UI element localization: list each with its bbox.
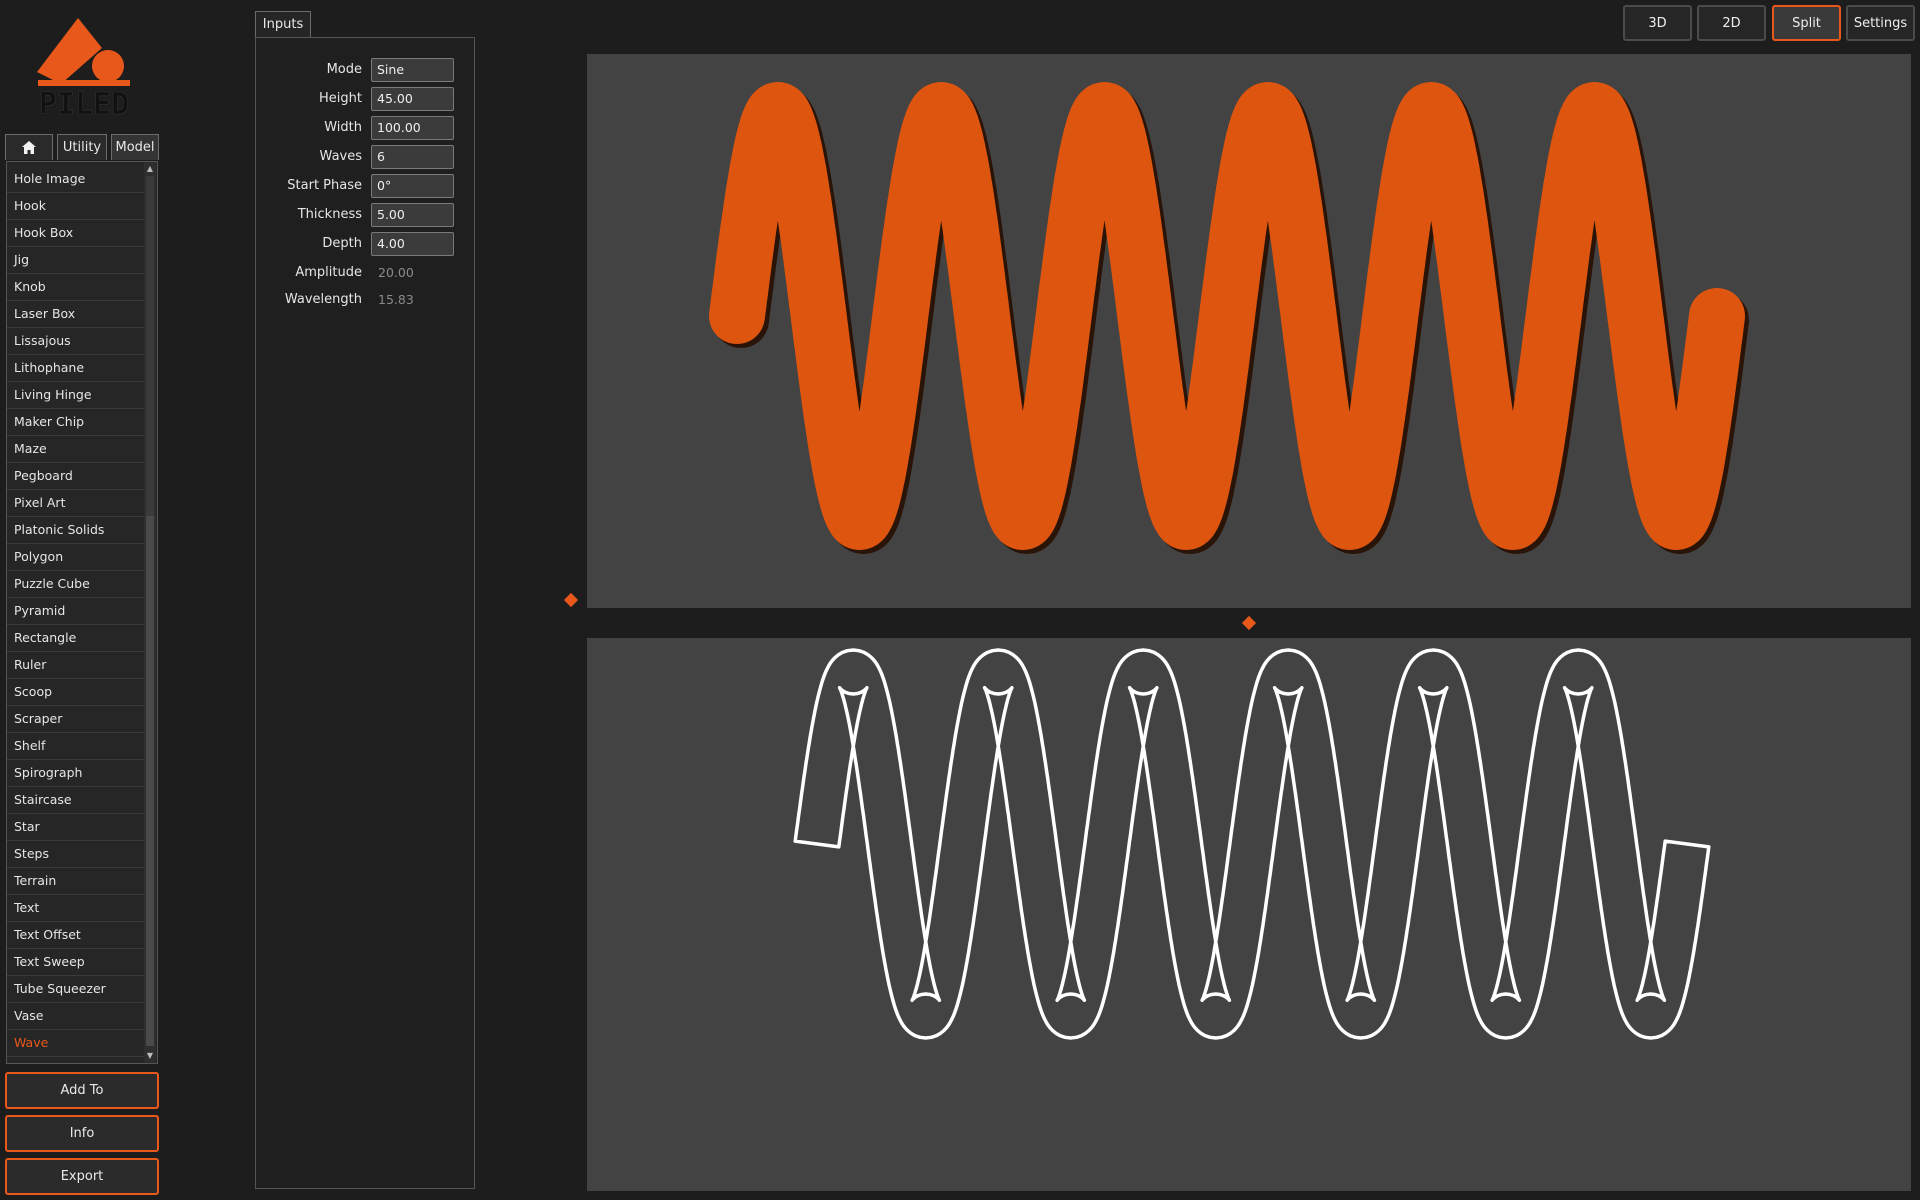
wavelength-value: 15.83 (378, 292, 414, 307)
wave-3d-model (709, 82, 1749, 554)
sidebar-tabs: Utility Model (5, 134, 159, 160)
split-handle-center[interactable] (1241, 615, 1257, 631)
list-item[interactable]: Vase (7, 1003, 145, 1030)
field-row-width: Width 100.00 (256, 116, 474, 140)
field-row-waves: Waves 6 (256, 145, 474, 169)
field-row-height: Height 45.00 (256, 87, 474, 111)
model-list-items: Hole Image Hook Hook Box Jig Knob Laser Box Li… (7, 166, 145, 1057)
list-item[interactable]: Maker Chip (7, 409, 145, 436)
tab-model[interactable]: Model (111, 134, 159, 160)
field-label: Depth (322, 236, 362, 251)
list-item[interactable]: Living Hinge (7, 382, 145, 409)
amplitude-value: 20.00 (378, 265, 414, 280)
thickness-field[interactable]: 5.00 (371, 203, 454, 227)
list-item[interactable]: Wave (7, 1030, 145, 1057)
field-row-thickness: Thickness 5.00 (256, 203, 474, 227)
width-field[interactable]: 100.00 (371, 116, 454, 140)
list-item[interactable]: Ruler (7, 652, 145, 679)
list-item[interactable]: Jig (7, 247, 145, 274)
tab-home[interactable] (5, 134, 53, 160)
scrollbar-thumb[interactable] (146, 516, 154, 1046)
list-item[interactable]: Shelf (7, 733, 145, 760)
mode-select[interactable]: Sine (371, 58, 454, 82)
export-button[interactable]: Export (5, 1158, 159, 1195)
list-item[interactable]: Hook Box (7, 220, 145, 247)
list-item[interactable]: Spirograph (7, 760, 145, 787)
list-item[interactable]: Scoop (7, 679, 145, 706)
model-list: Hole Image Hook Hook Box Jig Knob Laser Box Li… (6, 161, 158, 1064)
list-item[interactable]: Platonic Solids (7, 517, 145, 544)
view-3d-button[interactable]: 3D (1623, 5, 1692, 41)
list-item[interactable]: Pyramid (7, 598, 145, 625)
list-item[interactable]: Star (7, 814, 145, 841)
field-label: Height (319, 91, 362, 106)
list-item[interactable]: Polygon (7, 544, 145, 571)
readonly-row-wavelength: Wavelength 15.83 (256, 288, 474, 312)
scroll-down-icon[interactable]: ▼ (144, 1050, 156, 1062)
depth-field[interactable]: 4.00 (371, 232, 454, 256)
settings-button[interactable]: Settings (1846, 5, 1915, 41)
list-item[interactable]: Text (7, 895, 145, 922)
logo-text: PILED (39, 87, 129, 118)
list-item[interactable]: Hole Image (7, 166, 145, 193)
list-item[interactable]: Lissajous (7, 328, 145, 355)
list-item[interactable]: Tube Squeezer (7, 976, 145, 1003)
field-label: Waves (319, 149, 362, 164)
list-item[interactable]: Text Sweep (7, 949, 145, 976)
waves-field[interactable]: 6 (371, 145, 454, 169)
field-label: Mode (326, 62, 362, 77)
field-label: Start Phase (287, 178, 362, 193)
list-item[interactable]: Pixel Art (7, 490, 145, 517)
list-item[interactable]: Steps (7, 841, 145, 868)
readonly-label: Wavelength (284, 292, 362, 307)
list-item[interactable]: Lithophane (7, 355, 145, 382)
tab-inputs[interactable]: Inputs (255, 11, 311, 37)
inputs-panel: Mode Sine Height 45.00 Width 100.00 Wave… (255, 37, 475, 1189)
split-handle-left[interactable] (563, 592, 579, 608)
start-phase-field[interactable]: 0° (371, 174, 454, 198)
add-to-button[interactable]: Add To (5, 1072, 159, 1109)
list-item[interactable]: Staircase (7, 787, 145, 814)
field-row-mode: Mode Sine (256, 58, 474, 82)
info-button[interactable]: Info (5, 1115, 159, 1152)
field-row-start-phase: Start Phase 0° (256, 174, 474, 198)
view-split-button[interactable]: Split (1772, 5, 1841, 41)
list-item[interactable]: Hook (7, 193, 145, 220)
tab-utility[interactable]: Utility (57, 134, 107, 160)
list-item[interactable]: Maze (7, 436, 145, 463)
list-item[interactable]: Laser Box (7, 301, 145, 328)
list-item[interactable]: Terrain (7, 868, 145, 895)
viewport-3d[interactable] (587, 54, 1911, 608)
viewport-2d[interactable] (587, 638, 1911, 1191)
list-item[interactable]: Text Offset (7, 922, 145, 949)
readonly-row-amplitude: Amplitude 20.00 (256, 261, 474, 285)
home-icon (22, 141, 36, 154)
piled-logo: PILED (34, 14, 134, 122)
field-label: Thickness (297, 207, 362, 222)
field-row-depth: Depth 4.00 (256, 232, 474, 256)
list-item[interactable]: Rectangle (7, 625, 145, 652)
list-item[interactable]: Puzzle Cube (7, 571, 145, 598)
wave-2d-outline (793, 648, 1711, 1040)
scroll-up-icon[interactable]: ▲ (144, 163, 156, 175)
list-scrollbar[interactable]: ▲ ▼ (144, 162, 156, 1063)
list-item[interactable]: Knob (7, 274, 145, 301)
field-label: Width (324, 120, 362, 135)
list-item[interactable]: Pegboard (7, 463, 145, 490)
readonly-label: Amplitude (295, 265, 362, 280)
height-field[interactable]: 45.00 (371, 87, 454, 111)
list-item[interactable]: Scraper (7, 706, 145, 733)
view-2d-button[interactable]: 2D (1697, 5, 1766, 41)
